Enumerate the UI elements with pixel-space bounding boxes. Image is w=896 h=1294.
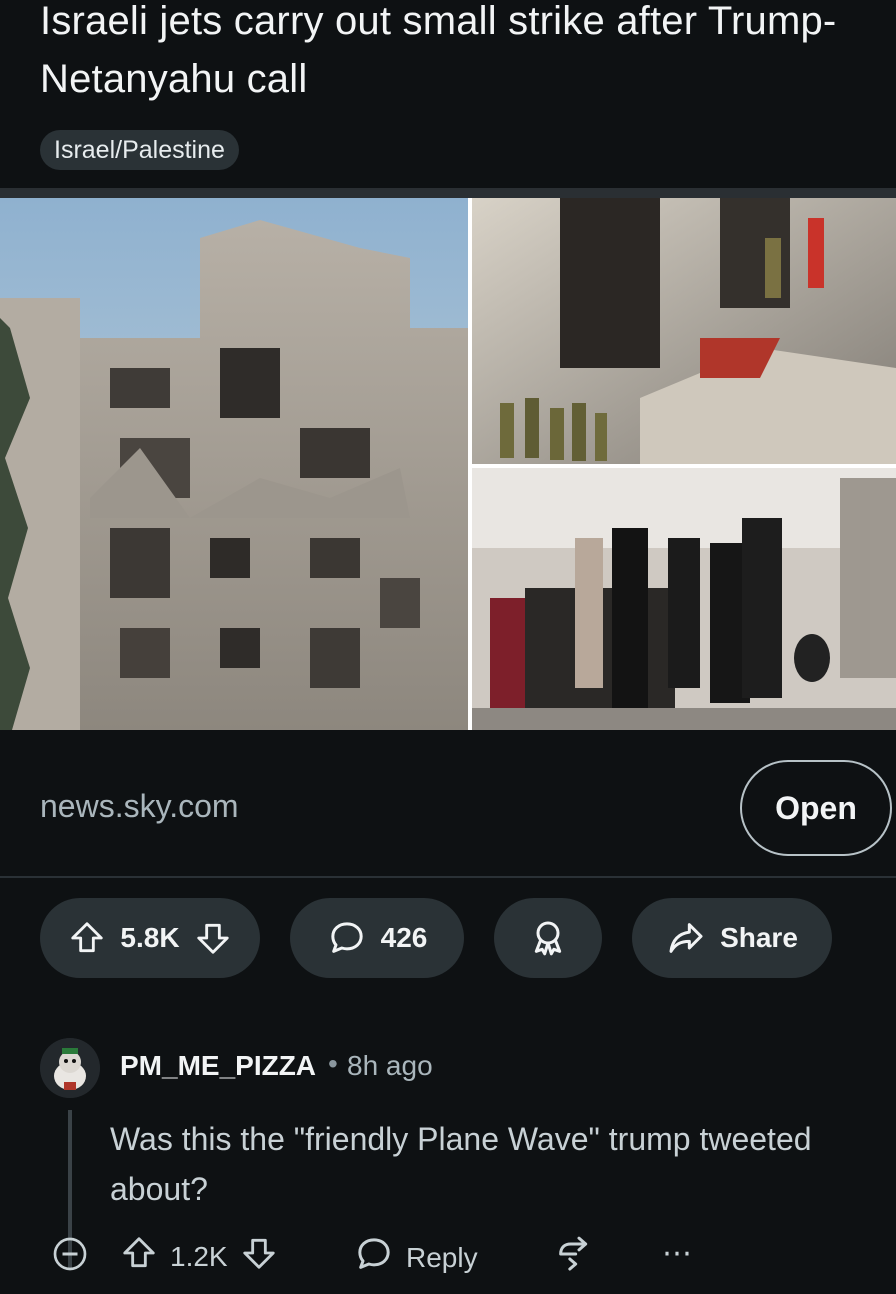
crosspost-button[interactable] [554,1234,594,1281]
link-preview: news.sky.com Open [0,738,896,878]
comment-bubble-icon [327,918,367,958]
upvote-icon[interactable] [120,1234,158,1279]
upvote-icon[interactable] [68,919,106,957]
comment-author[interactable]: PM_ME_PIZZA [120,1050,316,1082]
award-icon [528,918,568,958]
comment-timestamp: 8h ago [347,1050,433,1081]
collapse-button[interactable] [50,1234,90,1281]
reply-label: Reply [406,1241,478,1273]
open-link-button[interactable]: Open [740,760,892,856]
meta-separator: • [328,1048,338,1079]
post-flair[interactable]: Israel/Palestine [40,130,239,170]
rescue-workers-photo [472,198,896,464]
comments-button[interactable]: 426 [290,898,464,978]
comment-body: Was this the "friendly Plane Wave" trump… [110,1121,812,1207]
collapse-icon [50,1234,90,1281]
reply-button[interactable]: Reply [354,1234,478,1281]
divider [0,876,896,878]
share-button[interactable]: Share [632,898,832,978]
reply-bubble-icon [354,1234,394,1281]
post-image[interactable] [0,198,896,730]
comment-actions: 1.2K Reply ⋯ [0,1234,896,1294]
evacuees-photo [472,468,896,730]
more-dots-icon[interactable]: ⋯ [662,1234,692,1274]
award-button[interactable] [494,898,602,978]
comment-vote-bar: 1.2K [120,1234,278,1279]
comment: PM_ME_PIZZA • 8h ago Was this the "frien… [0,1030,896,1284]
share-label: Share [720,922,798,953]
downvote-icon[interactable] [240,1234,278,1279]
downvote-icon[interactable] [194,919,232,957]
post-score: 5.8K [120,922,180,953]
divider [0,188,896,198]
collapsed-building-photo [0,198,468,730]
vote-bar: 5.8K [40,898,260,978]
crosspost-icon [554,1234,594,1281]
link-domain[interactable]: news.sky.com [40,788,239,825]
post-title[interactable]: Israeli jets carry out small strike afte… [40,0,860,108]
share-arrow-icon [666,918,706,958]
avatar[interactable] [40,1038,100,1098]
comment-score: 1.2K [170,1240,228,1272]
comment-count: 426 [380,922,428,953]
